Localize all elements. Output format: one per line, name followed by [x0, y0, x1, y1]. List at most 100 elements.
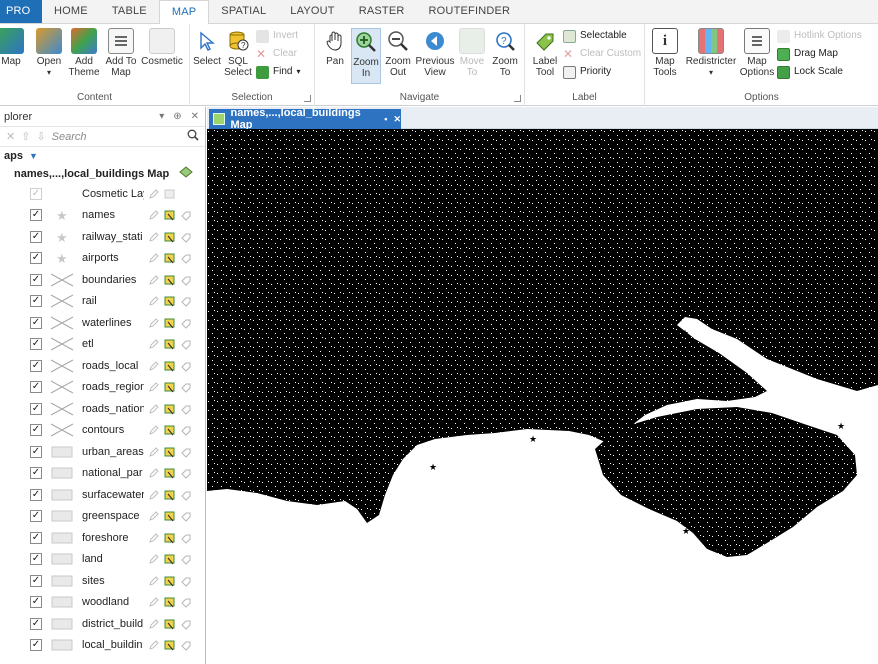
editable-pencil-icon[interactable]	[148, 317, 160, 329]
editable-pencil-icon[interactable]	[148, 489, 160, 501]
editable-pencil-icon[interactable]	[148, 424, 160, 436]
editable-pencil-icon[interactable]	[148, 403, 160, 415]
clear-selection-button[interactable]: ✕ Clear	[256, 46, 297, 62]
priority-button[interactable]: Priority	[563, 64, 611, 80]
layer-visibility-checkbox[interactable]: ✓	[30, 467, 42, 480]
layer-visibility-checkbox[interactable]: ✓	[30, 488, 42, 501]
selectable-button[interactable]: Selectable	[563, 28, 627, 44]
selectable-layer-icon[interactable]	[164, 403, 176, 415]
label-layer-icon[interactable]	[180, 403, 192, 415]
selectable-layer-icon[interactable]	[164, 446, 176, 458]
label-layer-icon[interactable]	[180, 381, 192, 393]
editable-pencil-icon[interactable]	[148, 209, 160, 221]
selectable-layer-icon[interactable]	[164, 252, 176, 264]
move-to-button[interactable]: Move To	[457, 28, 487, 78]
add-theme-button[interactable]: Add Theme	[66, 28, 102, 78]
selectable-layer-icon[interactable]	[164, 618, 176, 630]
layer-visibility-checkbox[interactable]: ✓	[30, 209, 42, 222]
close-pane-icon[interactable]: ✕	[191, 111, 199, 122]
selectable-layer-icon[interactable]	[164, 467, 176, 479]
layer-visibility-checkbox[interactable]: ✓	[30, 273, 42, 286]
selectable-layer-icon[interactable]	[164, 360, 176, 372]
layer-row[interactable]: ✓ Cosmetic Lay	[0, 183, 205, 205]
maps-section-heading[interactable]: aps ▼	[0, 147, 205, 164]
zoom-to-button[interactable]: ? Zoom To	[489, 28, 521, 78]
selectable-layer-icon[interactable]	[164, 510, 176, 522]
layer-visibility-checkbox[interactable]: ✓	[30, 187, 42, 200]
editable-pencil-icon[interactable]	[148, 532, 160, 544]
editable-pencil-icon[interactable]	[148, 446, 160, 458]
label-layer-icon[interactable]	[180, 209, 192, 221]
map-tools-button[interactable]: i Map Tools	[647, 28, 683, 78]
layer-visibility-checkbox[interactable]: ✓	[30, 639, 42, 652]
editable-pencil-icon[interactable]	[148, 639, 160, 651]
layer-row[interactable]: ✓ land	[0, 549, 205, 571]
editable-pencil-icon[interactable]	[148, 467, 160, 479]
redistricter-button[interactable]: Redistricter ▾	[685, 28, 737, 78]
tab-table[interactable]: TABLE	[100, 0, 159, 23]
layer-row[interactable]: ✓ roads_region	[0, 377, 205, 399]
layer-visibility-checkbox[interactable]: ✓	[30, 381, 42, 394]
editable-pencil-icon[interactable]	[148, 252, 160, 264]
layer-visibility-checkbox[interactable]: ✓	[30, 359, 42, 372]
tab-layout[interactable]: LAYOUT	[278, 0, 346, 23]
editable-pencil-icon[interactable]	[148, 596, 160, 608]
layer-row[interactable]: ✓ ★ names	[0, 205, 205, 227]
layer-row[interactable]: ✓ district_build	[0, 613, 205, 635]
selectable-layer-icon[interactable]	[164, 209, 176, 221]
label-layer-icon[interactable]	[180, 532, 192, 544]
editable-pencil-icon[interactable]	[148, 575, 160, 587]
label-layer-icon[interactable]	[180, 295, 192, 307]
layer-row[interactable]: ✓ urban_areas	[0, 441, 205, 463]
invert-button[interactable]: Invert	[256, 28, 298, 44]
selectable-layer-icon[interactable]	[164, 295, 176, 307]
selectable-layer-icon[interactable]	[164, 639, 176, 651]
sql-select-button[interactable]: ? SQL Select	[222, 28, 254, 78]
label-layer-icon[interactable]	[180, 639, 192, 651]
move-up-icon[interactable]: ⇧	[21, 130, 30, 143]
label-layer-icon[interactable]	[180, 467, 192, 479]
add-to-map-button[interactable]: Add To Map	[102, 28, 140, 78]
previous-view-button[interactable]: Previous View	[415, 28, 455, 78]
map-options-button[interactable]: Map Options	[739, 28, 775, 78]
layer-row[interactable]: ✓ roads_nation	[0, 398, 205, 420]
selection-launcher-icon[interactable]	[304, 95, 311, 102]
tab-spatial[interactable]: SPATIAL	[209, 0, 278, 23]
layer-visibility-checkbox[interactable]: ✓	[30, 553, 42, 566]
tab-routefinder[interactable]: ROUTEFINDER	[417, 0, 523, 23]
layer-row[interactable]: ✓ contours	[0, 420, 205, 442]
label-layer-icon[interactable]	[180, 338, 192, 350]
label-layer-icon[interactable]	[180, 596, 192, 608]
clear-custom-button[interactable]: ✕ Clear Custom	[563, 46, 641, 62]
layer-row[interactable]: ✓ surfacewater	[0, 484, 205, 506]
map-button[interactable]: Map	[0, 28, 26, 67]
zoom-in-button[interactable]: Zoom In	[351, 28, 381, 84]
pin-icon[interactable]: ⊕	[173, 111, 181, 122]
selectable-layer-icon[interactable]	[164, 231, 176, 243]
label-layer-icon[interactable]	[180, 317, 192, 329]
map-view[interactable]: names,...,local_buildings Map • ✕ ★ ★ ★ …	[207, 107, 878, 664]
selectable-layer-icon[interactable]	[164, 532, 176, 544]
select-button[interactable]: Select	[192, 28, 222, 67]
layer-visibility-checkbox[interactable]: ✓	[30, 338, 42, 351]
map-document-tab[interactable]: names,...,local_buildings Map • ✕	[209, 107, 401, 131]
move-down-icon[interactable]: ⇩	[36, 130, 45, 143]
label-layer-icon[interactable]	[180, 575, 192, 587]
label-layer-icon[interactable]	[180, 274, 192, 286]
label-layer-icon[interactable]	[180, 252, 192, 264]
label-layer-icon[interactable]	[180, 231, 192, 243]
tab-map[interactable]: MAP	[158, 0, 210, 25]
label-layer-icon[interactable]	[180, 489, 192, 501]
layer-visibility-checkbox[interactable]: ✓	[30, 617, 42, 630]
layer-visibility-checkbox[interactable]: ✓	[30, 510, 42, 523]
layer-visibility-checkbox[interactable]: ✓	[30, 596, 42, 609]
selectable-layer-icon[interactable]	[164, 381, 176, 393]
hotlink-options-button[interactable]: Hotlink Options	[777, 28, 862, 44]
label-layer-icon[interactable]	[180, 188, 192, 200]
layer-row[interactable]: ✓ waterlines	[0, 312, 205, 334]
editable-pencil-icon[interactable]	[148, 231, 160, 243]
map-canvas[interactable]: ★ ★ ★ ★ ★ ★ ★ ★	[207, 129, 878, 664]
layer-row[interactable]: ✓ etl	[0, 334, 205, 356]
label-layer-icon[interactable]	[180, 424, 192, 436]
search-input[interactable]: Search	[52, 131, 87, 143]
